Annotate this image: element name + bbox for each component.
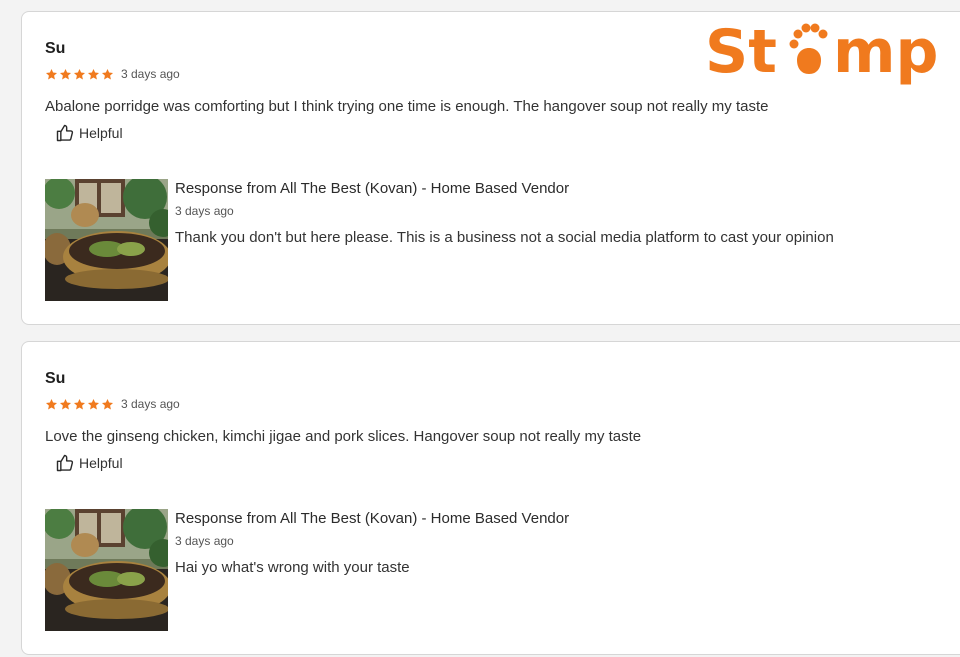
- response-date: 3 days ago: [175, 204, 234, 218]
- review-date: 3 days ago: [121, 397, 180, 411]
- svg-text:mp: mp: [833, 17, 938, 86]
- response-text: Hai yo what's wrong with your taste: [175, 559, 410, 576]
- review-text: Abalone porridge was comforting but I th…: [45, 98, 769, 115]
- response-date: 3 days ago: [175, 534, 234, 548]
- star-icon: [101, 398, 114, 411]
- svg-text:St: St: [705, 17, 777, 86]
- vendor-response: Response from All The Best (Kovan) - Hom…: [45, 179, 945, 303]
- vendor-food-photo: [45, 179, 168, 301]
- review-text: Love the ginseng chicken, kimchi jigae a…: [45, 428, 642, 445]
- star-icon: [87, 68, 100, 81]
- response-text: Thank you don't but here please. This is…: [175, 229, 834, 246]
- thumbs-up-icon: [55, 123, 75, 143]
- helpful-label: Helpful: [79, 125, 123, 141]
- review-date: 3 days ago: [121, 67, 180, 81]
- star-icon: [45, 398, 58, 411]
- star-rating: [45, 68, 114, 81]
- rating-row: 3 days ago: [45, 397, 180, 411]
- star-icon: [87, 398, 100, 411]
- helpful-label: Helpful: [79, 455, 123, 471]
- response-title: Response from All The Best (Kovan) - Hom…: [175, 510, 570, 527]
- star-icon: [101, 68, 114, 81]
- star-icon: [59, 68, 72, 81]
- reviewer-name: Su: [45, 370, 66, 387]
- vendor-food-photo: [45, 509, 168, 631]
- thumbs-up-icon: [55, 453, 75, 473]
- star-icon: [73, 398, 86, 411]
- star-icon: [45, 68, 58, 81]
- helpful-button[interactable]: Helpful: [55, 453, 123, 473]
- vendor-response: Response from All The Best (Kovan) - Hom…: [45, 509, 945, 633]
- star-icon: [59, 398, 72, 411]
- reviewer-name: Su: [45, 40, 66, 57]
- rating-row: 3 days ago: [45, 67, 180, 81]
- review-card: Su 3 days ago Love the ginseng chicken, …: [21, 341, 960, 655]
- star-rating: [45, 398, 114, 411]
- star-icon: [73, 68, 86, 81]
- response-title: Response from All The Best (Kovan) - Hom…: [175, 180, 570, 197]
- stomp-logo: St mp: [705, 17, 938, 86]
- helpful-button[interactable]: Helpful: [55, 123, 123, 143]
